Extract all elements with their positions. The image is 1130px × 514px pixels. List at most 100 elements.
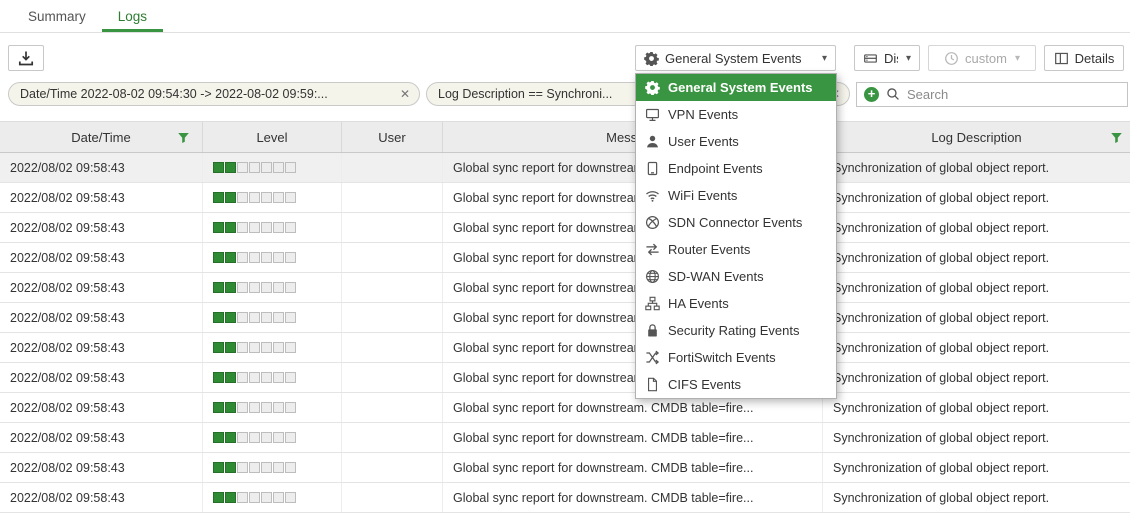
level-square [225,462,236,473]
level-square [273,252,284,263]
event-menu-item[interactable]: VPN Events [636,101,836,128]
table-row[interactable]: 2022/08/02 09:58:43 Global sync report f… [0,303,1130,333]
table-row[interactable]: 2022/08/02 09:58:43 Global sync report f… [0,423,1130,453]
custom-time-dropdown-button[interactable]: custom ▾ [928,45,1036,71]
table-row[interactable]: 2022/08/02 09:58:43 Global sync report f… [0,363,1130,393]
details-button-label: Details [1075,51,1115,66]
level-square [225,192,236,203]
table-row[interactable]: 2022/08/02 09:58:43 Global sync report f… [0,393,1130,423]
cell-level [203,423,342,452]
add-filter-icon[interactable]: + [864,87,879,102]
level-square [249,492,260,503]
event-menu-item[interactable]: User Events [636,128,836,155]
sdwan-icon [645,269,660,284]
log-table: Date/Time Level User Message Log Descrip… [0,121,1130,513]
table-row[interactable]: 2022/08/02 09:58:43 Global sync report f… [0,483,1130,513]
level-square [273,162,284,173]
cell-log-description: Synchronization of global object report. [823,423,1130,452]
level-square [237,432,248,443]
level-square [285,192,296,203]
level-square [261,312,272,323]
table-row[interactable]: 2022/08/02 09:58:43 Global sync report f… [0,153,1130,183]
level-square [237,372,248,383]
event-type-button-label: General System Events [665,51,802,66]
search-box: + [856,82,1128,107]
cell-log-description: Synchronization of global object report. [823,393,1130,422]
event-menu-item[interactable]: SDN Connector Events [636,209,836,236]
table-row[interactable]: 2022/08/02 09:58:43 Global sync report f… [0,183,1130,213]
disk-icon [863,51,878,66]
level-square [261,462,272,473]
log-viewer-window: Summary Logs General System Events ▾ Gen… [0,0,1130,514]
table-row[interactable]: 2022/08/02 09:58:43 Global sync report f… [0,273,1130,303]
level-square [285,342,296,353]
event-menu-item[interactable]: Security Rating Events [636,317,836,344]
custom-time-button-label: custom [965,51,1007,66]
tab-summary[interactable]: Summary [12,2,102,32]
wifi-icon [645,188,660,203]
filter-icon[interactable] [1110,131,1123,144]
details-icon [1054,51,1069,66]
col-header-label: Log Description [931,130,1021,145]
level-square [285,372,296,383]
table-row[interactable]: 2022/08/02 09:58:43 Global sync report f… [0,333,1130,363]
col-header-log-description[interactable]: Log Description [823,122,1130,152]
cell-log-description: Synchronization of global object report. [823,363,1130,392]
cell-datetime: 2022/08/02 09:58:43 [0,333,203,362]
event-menu-item-label: SDN Connector Events [668,215,802,230]
level-indicator [213,192,296,203]
filter-pill-text: Log Description == Synchroni... [438,87,612,101]
event-menu-item[interactable]: HA Events [636,290,836,317]
level-square [225,282,236,293]
clock-icon [944,51,959,66]
cell-datetime: 2022/08/02 09:58:43 [0,483,203,512]
event-menu-item[interactable]: SD-WAN Events [636,263,836,290]
cell-level [203,183,342,212]
level-square [249,342,260,353]
level-square [237,222,248,233]
level-indicator [213,282,296,293]
event-menu-item[interactable]: FortiSwitch Events [636,344,836,371]
col-header-datetime[interactable]: Date/Time [0,122,203,152]
event-menu-item[interactable]: Router Events [636,236,836,263]
level-square [249,462,260,473]
event-menu-item[interactable]: CIFS Events [636,371,836,398]
cell-log-description: Synchronization of global object report. [823,273,1130,302]
table-row[interactable]: 2022/08/02 09:58:43 Global sync report f… [0,243,1130,273]
search-icon [886,87,900,101]
level-square [213,222,224,233]
level-square [213,162,224,173]
event-menu-item[interactable]: Endpoint Events [636,155,836,182]
details-button[interactable]: Details [1044,45,1124,71]
download-button[interactable] [8,45,44,71]
event-type-dropdown-button[interactable]: General System Events ▾ General System E… [635,45,836,71]
search-input[interactable] [907,87,1120,102]
col-header-level[interactable]: Level [203,122,342,152]
table-row[interactable]: 2022/08/02 09:58:43 Global sync report f… [0,213,1130,243]
cell-level [203,333,342,362]
cell-log-description: Synchronization of global object report. [823,183,1130,212]
close-icon[interactable]: ✕ [392,87,410,101]
event-menu-item[interactable]: General System Events [636,74,836,101]
level-square [249,432,260,443]
filter-pill-datetime[interactable]: Date/Time 2022-08-02 09:54:30 -> 2022-08… [8,82,420,106]
table-row[interactable]: 2022/08/02 09:58:43 Global sync report f… [0,453,1130,483]
level-square [225,312,236,323]
level-square [225,402,236,413]
tab-logs[interactable]: Logs [102,2,163,32]
cell-user [342,183,443,212]
event-menu-item-label: HA Events [668,296,729,311]
level-square [285,252,296,263]
table-header: Date/Time Level User Message Log Descrip… [0,122,1130,153]
disk-dropdown-button[interactable]: Disk ▾ [854,45,920,71]
cell-user [342,333,443,362]
level-square [213,282,224,293]
event-menu-item[interactable]: WiFi Events [636,182,836,209]
gear-icon [644,51,659,66]
level-square [261,162,272,173]
level-square [285,402,296,413]
col-header-user[interactable]: User [342,122,443,152]
cell-level [203,453,342,482]
filter-icon[interactable] [177,131,190,144]
level-square [249,282,260,293]
